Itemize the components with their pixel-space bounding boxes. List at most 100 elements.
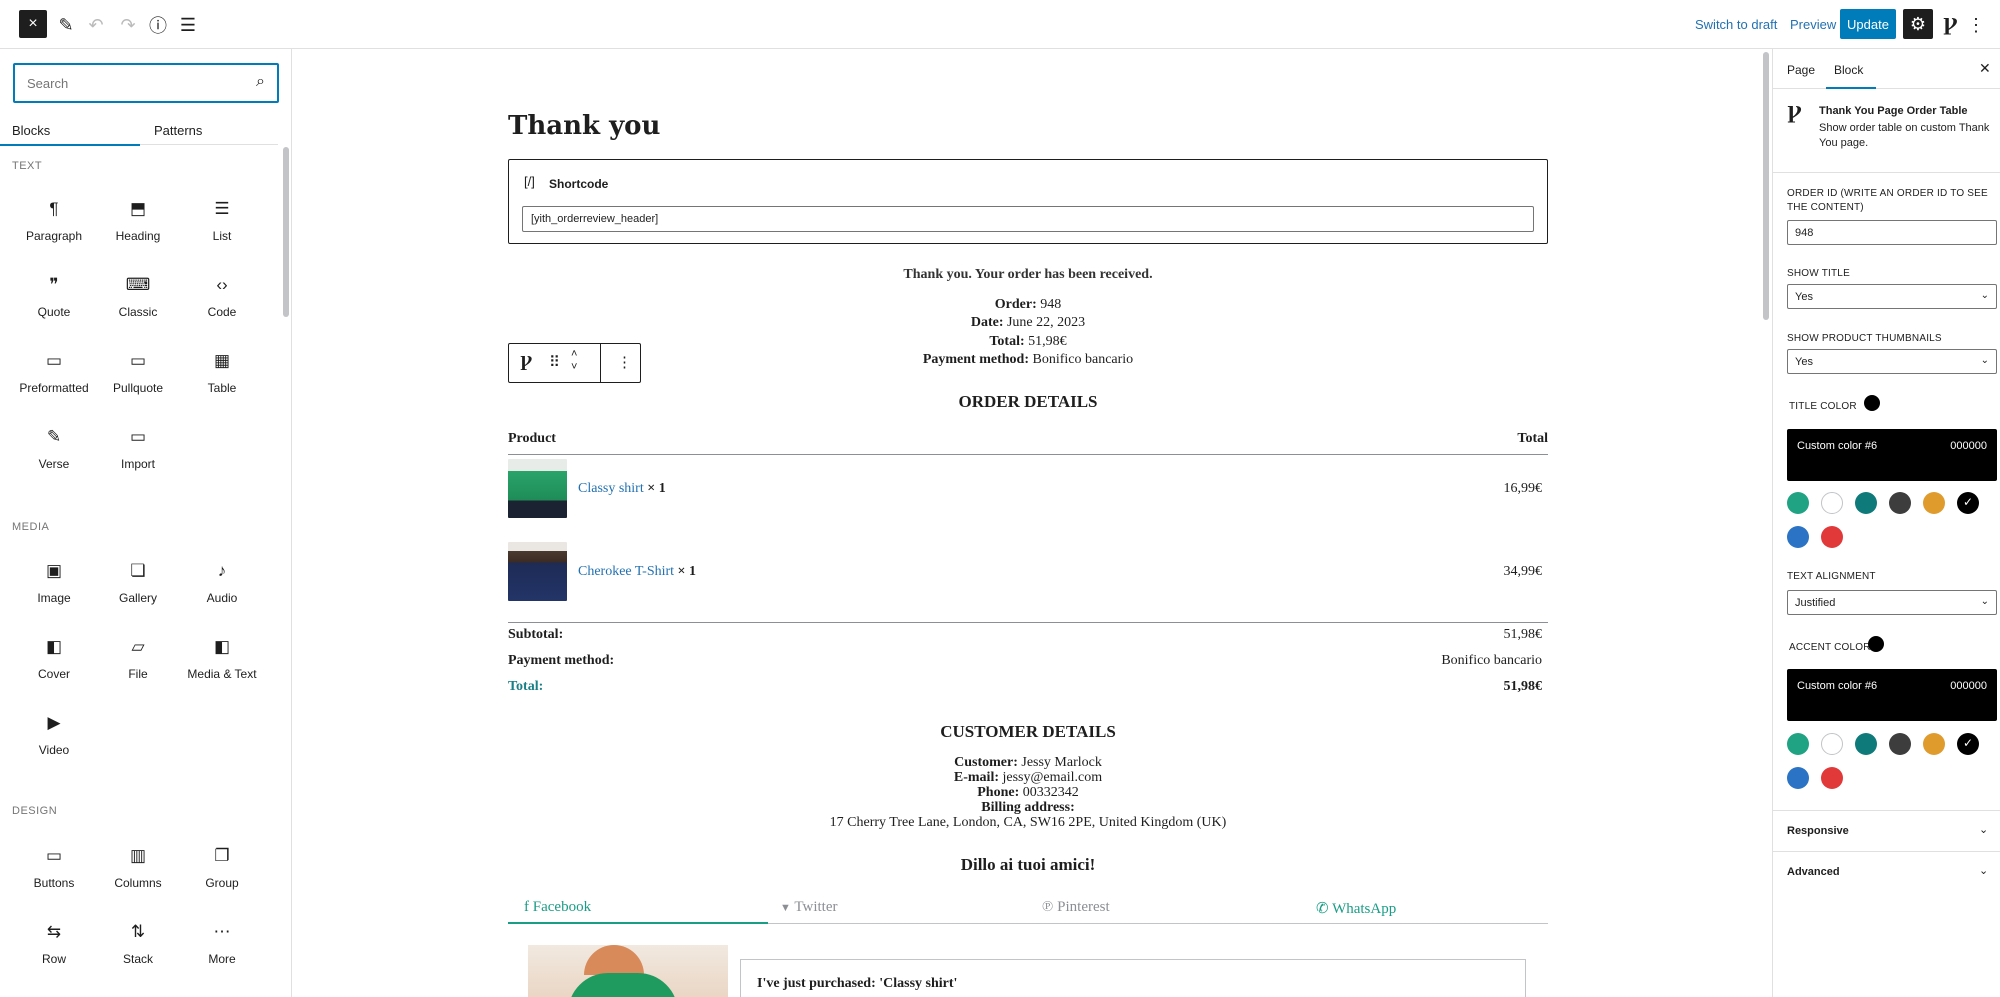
tab-page[interactable]: Page (1787, 63, 1815, 77)
block-code[interactable]: ‹› Code (180, 272, 264, 332)
details-button[interactable]: ⓘ (144, 11, 172, 39)
product-link[interactable]: Classy shirt (578, 481, 644, 496)
color-swatch[interactable] (1821, 492, 1843, 514)
color-swatch[interactable] (1855, 492, 1877, 514)
color-swatch[interactable] (1855, 733, 1877, 755)
block-media-text[interactable]: ◧ Media & Text (180, 634, 264, 694)
yoast-block-icon[interactable]: Ꝩ (520, 353, 532, 371)
block-classic[interactable]: ⌨ Classic (96, 272, 180, 332)
block-pullquote[interactable]: ▭ Pullquote (96, 348, 180, 408)
block-label: Classic (118, 305, 158, 319)
block-image[interactable]: ▣ Image (12, 558, 96, 618)
color-swatch[interactable] (1821, 733, 1843, 755)
list-view-button[interactable]: ☰ (174, 11, 202, 39)
color-swatch[interactable] (1889, 492, 1911, 514)
chevron-down-icon: ⌄ (1980, 355, 1989, 366)
check-icon: ✓ (1962, 736, 1974, 750)
block-cover[interactable]: ◧ Cover (12, 634, 96, 694)
accent-custom-color[interactable]: Custom color #6 000000 (1787, 669, 1997, 721)
tab-whatsapp[interactable]: ✆ WhatsApp (1316, 899, 1396, 918)
product-thumbnail[interactable] (508, 542, 567, 601)
close-icon: × (28, 15, 38, 32)
block-label: Columns (114, 876, 162, 890)
block-buttons[interactable]: ▭ Buttons (12, 843, 96, 903)
customer-line: Customer: Jessy Marlock (954, 755, 1102, 770)
block-group[interactable]: ❐ Group (180, 843, 264, 903)
tab-twitter[interactable]: ▼ Twitter (780, 899, 837, 916)
shortcode-input[interactable]: [yith_orderreview_header] (522, 206, 1534, 232)
check-icon: ✓ (1962, 495, 1974, 509)
color-swatch[interactable]: ✓ (1957, 733, 1979, 755)
tab-block[interactable]: Block (1834, 63, 1863, 77)
color-swatch[interactable] (1923, 492, 1945, 514)
block-file[interactable]: ▱ File (96, 634, 180, 694)
block-video[interactable]: ▶ Video (12, 710, 96, 770)
title-custom-color[interactable]: Custom color #6 000000 (1787, 429, 1997, 481)
color-swatch[interactable] (1821, 767, 1843, 789)
tab-patterns[interactable]: Patterns (154, 123, 202, 138)
advanced-panel-toggle[interactable]: Advanced ⌄ (1773, 851, 2000, 892)
block-quote[interactable]: ❞ Quote (12, 272, 96, 332)
buttons-icon: ▭ (45, 846, 63, 865)
block-heading[interactable]: ⬒ Heading (96, 196, 180, 256)
redo-button[interactable]: ↷ (114, 11, 142, 39)
responsive-panel-toggle[interactable]: Responsive ⌄ (1773, 810, 2000, 851)
color-swatch[interactable] (1787, 526, 1809, 548)
text-alignment-select[interactable]: Justified ⌄ (1787, 590, 1997, 615)
edit-tools-button[interactable]: ✎ (52, 11, 80, 39)
product-thumbnail[interactable] (508, 459, 567, 518)
options-menu-button[interactable]: ⋮ (1962, 11, 1990, 39)
gallery-icon: ❏ (130, 561, 146, 580)
block-import[interactable]: ▭ Import (96, 424, 180, 484)
block-label: Media & Text (187, 667, 257, 681)
import-icon: ▭ (129, 427, 147, 446)
shortcode-block[interactable]: [/] Shortcode [yith_orderreview_header] (508, 159, 1548, 244)
update-button[interactable]: Update (1840, 9, 1896, 39)
close-inserter-button[interactable]: × (19, 10, 47, 38)
block-list[interactable]: ☰ List (180, 196, 264, 256)
drag-handle-icon[interactable]: ⠿ (549, 353, 560, 371)
block-preformatted[interactable]: ▭ Preformatted (12, 348, 96, 408)
page-title[interactable]: Thank you (508, 111, 660, 141)
verse-icon: ✎ (46, 427, 62, 446)
yoast-icon: Ꝩ (1942, 14, 1958, 36)
block-stack[interactable]: ⇅ Stack (96, 919, 180, 979)
product-link[interactable]: Cherokee T-Shirt (578, 564, 674, 579)
block-columns[interactable]: ▥ Columns (96, 843, 180, 903)
move-up-down-icon[interactable]: ˄ ˅ (571, 348, 577, 374)
block-table[interactable]: ▦ Table (180, 348, 264, 408)
canvas-scrollbar[interactable] (1763, 52, 1769, 320)
color-swatch[interactable] (1787, 492, 1809, 514)
color-swatch[interactable] (1787, 733, 1809, 755)
block-paragraph[interactable]: ¶ Paragraph (12, 196, 96, 256)
tab-blocks[interactable]: Blocks (12, 123, 50, 138)
order-id-field[interactable]: 948 (1787, 220, 1997, 245)
block-gallery[interactable]: ❏ Gallery (96, 558, 180, 618)
switch-to-draft-button[interactable]: Switch to draft (1695, 17, 1777, 32)
inserter-scrollbar[interactable] (283, 147, 289, 317)
color-swatch[interactable] (1821, 526, 1843, 548)
show-title-select[interactable]: Yes ⌄ (1787, 284, 1997, 309)
show-thumbnails-select[interactable]: Yes ⌄ (1787, 349, 1997, 374)
block-search-input[interactable]: Search ⌕ (13, 63, 279, 103)
yoast-button[interactable]: Ꝩ (1936, 11, 1964, 39)
undo-button[interactable]: ↶ (82, 11, 110, 39)
total-row: Total: 51,98€ (508, 679, 1542, 694)
block-audio[interactable]: ♪ Audio (180, 558, 264, 618)
block-verse[interactable]: ✎ Verse (12, 424, 96, 484)
settings-button[interactable]: ⚙ (1903, 9, 1933, 39)
color-swatch[interactable]: ✓ (1957, 492, 1979, 514)
tab-pinterest[interactable]: ℗ Pinterest (1042, 899, 1110, 916)
line-total: 16,99€ (1503, 481, 1543, 496)
tab-facebook[interactable]: f Facebook (524, 899, 591, 916)
color-swatch[interactable] (1923, 733, 1945, 755)
block-more[interactable]: ⋯ More (180, 919, 264, 979)
block-label: Audio (206, 591, 238, 605)
preview-button[interactable]: Preview (1790, 17, 1836, 32)
block-options-icon[interactable]: ⋮ (617, 353, 632, 371)
close-sidebar-button[interactable]: ✕ (1979, 60, 1991, 77)
color-swatch[interactable] (1787, 767, 1809, 789)
color-swatch[interactable] (1889, 733, 1911, 755)
category-text: TEXT (12, 160, 43, 172)
block-row[interactable]: ⇆ Row (12, 919, 96, 979)
